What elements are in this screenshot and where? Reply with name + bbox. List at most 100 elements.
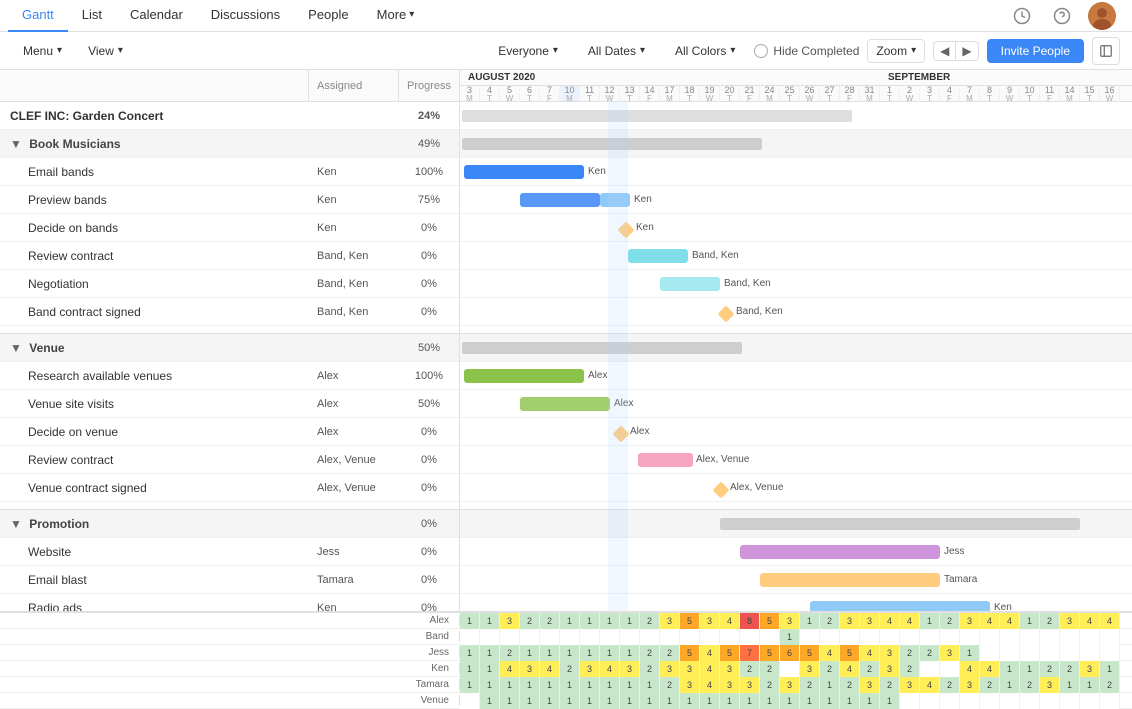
workload-cell: 4 bbox=[1080, 613, 1100, 629]
sidebar-toggle-button[interactable] bbox=[1092, 37, 1120, 65]
nav-icons bbox=[1008, 2, 1124, 30]
workload-cell: 1 bbox=[560, 693, 580, 709]
workload-cell: 1 bbox=[560, 645, 580, 661]
workload-cell: 1 bbox=[880, 693, 900, 709]
gantt-project-row bbox=[460, 102, 1132, 130]
workload-cell: 5 bbox=[760, 645, 780, 661]
workload-cell: 2 bbox=[560, 661, 580, 677]
workload-cell bbox=[840, 629, 860, 645]
invite-people-button[interactable]: Invite People bbox=[987, 39, 1084, 63]
workload-cell: 1 bbox=[760, 693, 780, 709]
workload-cell: 1 bbox=[500, 693, 520, 709]
workload-cell: 2 bbox=[1020, 677, 1040, 693]
workload-cell: 1 bbox=[920, 613, 940, 629]
workload-cell: 4 bbox=[700, 645, 720, 661]
zoom-button[interactable]: Zoom ▾ bbox=[867, 39, 925, 63]
workload-cell: 1 bbox=[540, 645, 560, 661]
workload-cell bbox=[640, 629, 660, 645]
workload-cell: 1 bbox=[780, 629, 800, 645]
group-name-musicians: ▼ Book Musicians bbox=[0, 137, 309, 151]
group-spacer bbox=[0, 502, 459, 510]
group-toggle-musicians[interactable]: ▼ bbox=[10, 137, 22, 151]
workload-cell: 3 bbox=[860, 613, 880, 629]
workload-row: Jess11211111122545756545432231 bbox=[0, 645, 1132, 661]
task-row: Decide on bands Ken 0% bbox=[0, 214, 459, 242]
workload-cell: 2 bbox=[900, 661, 920, 677]
clock-icon[interactable] bbox=[1008, 2, 1036, 30]
workload-cell: 2 bbox=[940, 677, 960, 693]
zoom-out-button[interactable]: ◀ bbox=[934, 42, 956, 60]
progress-column-header: Progress bbox=[399, 70, 459, 101]
zoom-in-button[interactable]: ▶ bbox=[956, 42, 977, 60]
nav-list[interactable]: List bbox=[68, 0, 116, 32]
workload-cell: 3 bbox=[580, 661, 600, 677]
august-label: AUGUST 2020 bbox=[460, 70, 880, 85]
workload-cell: 3 bbox=[500, 613, 520, 629]
group-row-musicians[interactable]: ▼ Book Musicians 49% bbox=[0, 130, 459, 158]
workload-cell bbox=[460, 629, 480, 645]
workload-cell: 1 bbox=[580, 677, 600, 693]
bar-email-blast bbox=[760, 573, 940, 587]
workload-cell bbox=[940, 629, 960, 645]
workload-cell bbox=[920, 661, 940, 677]
workload-cell: 3 bbox=[740, 677, 760, 693]
gantt-task-row: Tamara bbox=[460, 566, 1132, 594]
nav-gantt[interactable]: Gantt bbox=[8, 0, 68, 32]
everyone-chevron-icon: ▾ bbox=[553, 45, 558, 56]
task-row: Review contract Alex, Venue 0% bbox=[0, 446, 459, 474]
workload-cell: 5 bbox=[720, 645, 740, 661]
group-toggle-venue[interactable]: ▼ bbox=[10, 341, 22, 355]
nav-calendar[interactable]: Calendar bbox=[116, 0, 197, 32]
group-progress-venue: 50% bbox=[399, 342, 459, 354]
gantt-spacer bbox=[460, 502, 1132, 510]
workload-cell: 2 bbox=[1040, 613, 1060, 629]
workload-cell: 4 bbox=[860, 645, 880, 661]
workload-cell: 3 bbox=[660, 613, 680, 629]
task-row: Research available venues Alex 100% bbox=[0, 362, 459, 390]
workload-cell: 2 bbox=[520, 613, 540, 629]
gantt-spacer bbox=[460, 326, 1132, 334]
workload-cell: 1 bbox=[800, 693, 820, 709]
hide-completed-checkbox[interactable]: Hide Completed bbox=[754, 44, 859, 58]
workload-cell: 3 bbox=[1080, 661, 1100, 677]
workload-cell bbox=[800, 629, 820, 645]
workload-cell: 1 bbox=[1100, 661, 1120, 677]
view-label: View bbox=[88, 44, 114, 58]
days-row: 3M4T5W6T7F10M11T12W13T14F17M18T19W20T21F… bbox=[460, 86, 1132, 102]
workload-rows: Alex113221111235348531233441234412344Ban… bbox=[0, 613, 1132, 709]
toolbar: Menu ▾ View ▾ Everyone ▾ All Dates ▾ All… bbox=[0, 32, 1132, 70]
nav-more[interactable]: More ▾ bbox=[363, 0, 429, 32]
workload-row: Band1 bbox=[0, 629, 1132, 645]
bar-label-band-contract: Band, Ken bbox=[736, 306, 783, 317]
all-colors-button[interactable]: All Colors ▾ bbox=[664, 39, 746, 63]
workload-row: Tamara111111111123433232123234232123112 bbox=[0, 677, 1132, 693]
workload-cell: 1 bbox=[780, 693, 800, 709]
group-row-promotion[interactable]: ▼ Promotion 0% bbox=[0, 510, 459, 538]
group-toggle-promotion[interactable]: ▼ bbox=[10, 517, 22, 531]
workload-cell: 1 bbox=[620, 645, 640, 661]
nav-discussions[interactable]: Discussions bbox=[197, 0, 294, 32]
dates-chevron-icon: ▾ bbox=[640, 45, 645, 56]
workload-cell: 7 bbox=[740, 645, 760, 661]
bar-label-preview-bands: Ken bbox=[634, 194, 652, 205]
view-button[interactable]: View ▾ bbox=[77, 39, 134, 63]
all-dates-button[interactable]: All Dates ▾ bbox=[577, 39, 656, 63]
workload-cell: 1 bbox=[600, 645, 620, 661]
project-progress: 24% bbox=[399, 110, 459, 122]
workload-cell: 4 bbox=[1100, 613, 1120, 629]
menu-button[interactable]: Menu ▾ bbox=[12, 39, 73, 63]
workload-cell: 2 bbox=[880, 677, 900, 693]
workload-cell: 1 bbox=[860, 693, 880, 709]
help-icon[interactable] bbox=[1048, 2, 1076, 30]
workload-cell bbox=[1040, 693, 1060, 709]
workload-cell: 1 bbox=[560, 613, 580, 629]
bar-label-review-contract-venue: Alex, Venue bbox=[696, 454, 749, 465]
group-row-venue[interactable]: ▼ Venue 50% bbox=[0, 334, 459, 362]
nav-people[interactable]: People bbox=[294, 0, 362, 32]
user-avatar[interactable] bbox=[1088, 2, 1116, 30]
workload-cell: 4 bbox=[720, 613, 740, 629]
workload-cell: 4 bbox=[1000, 613, 1020, 629]
everyone-button[interactable]: Everyone ▾ bbox=[487, 39, 569, 63]
date-header: AUGUST 2020 SEPTEMBER 3M4T5W6T7F10M11T12… bbox=[460, 70, 1132, 102]
workload-cell: 2 bbox=[1040, 661, 1060, 677]
